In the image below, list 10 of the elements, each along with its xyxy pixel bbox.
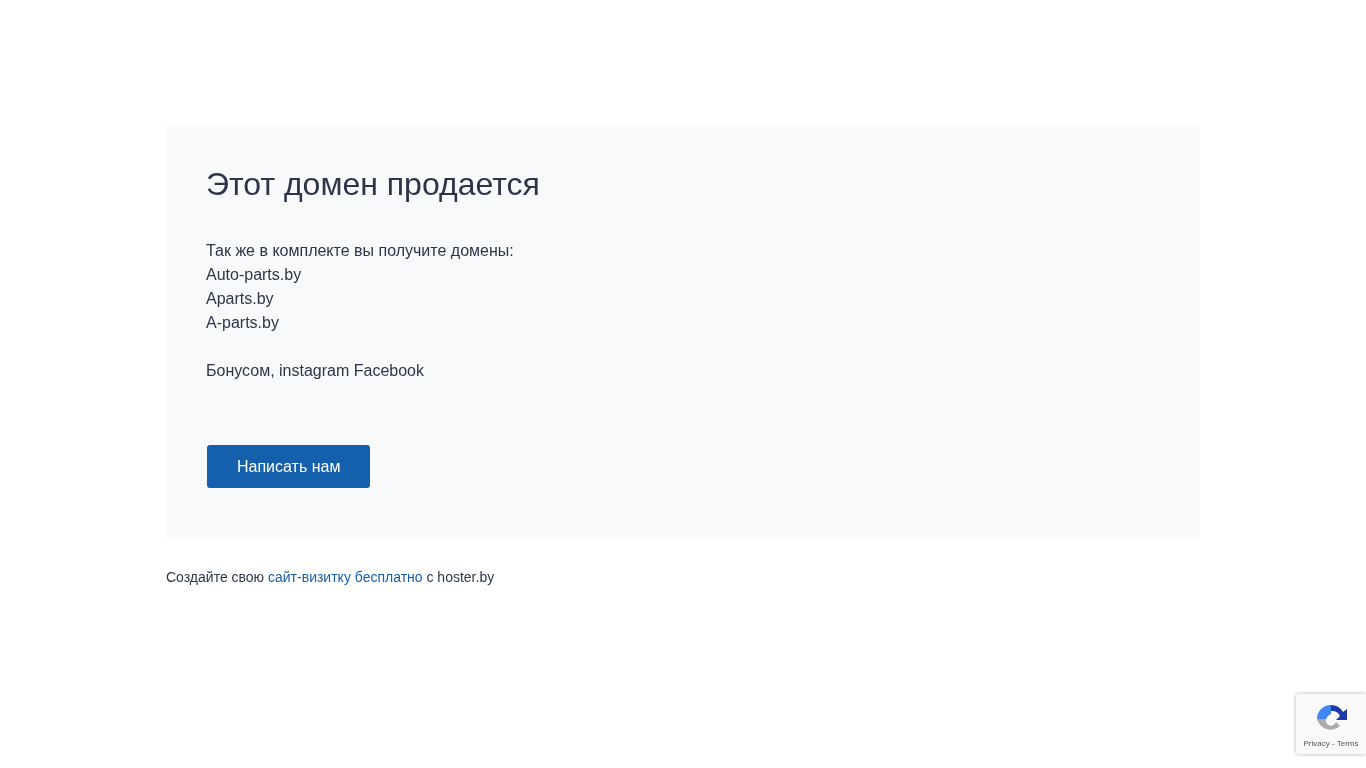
text-line: Aparts.by <box>206 289 275 309</box>
page-title: Этот домен продается <box>206 165 541 203</box>
text-line: Auto-parts.by <box>206 265 303 285</box>
contact-button[interactable]: Написать нам <box>207 445 371 488</box>
privacy-terms-text[interactable]: Privacy - Terms <box>1303 738 1359 748</box>
text-line: A-parts.by <box>206 313 280 333</box>
text-line: Так же в комплекте вы получите домены: <box>206 241 515 261</box>
footer-text: Создайте свою сайт-визитку бесплатно с hoster.by <box>166 568 496 586</box>
footer-link[interactable]: сайт-визитку бесплатно <box>268 569 423 585</box>
bonus-text: Бонусом, instagram Facebook <box>206 361 425 381</box>
